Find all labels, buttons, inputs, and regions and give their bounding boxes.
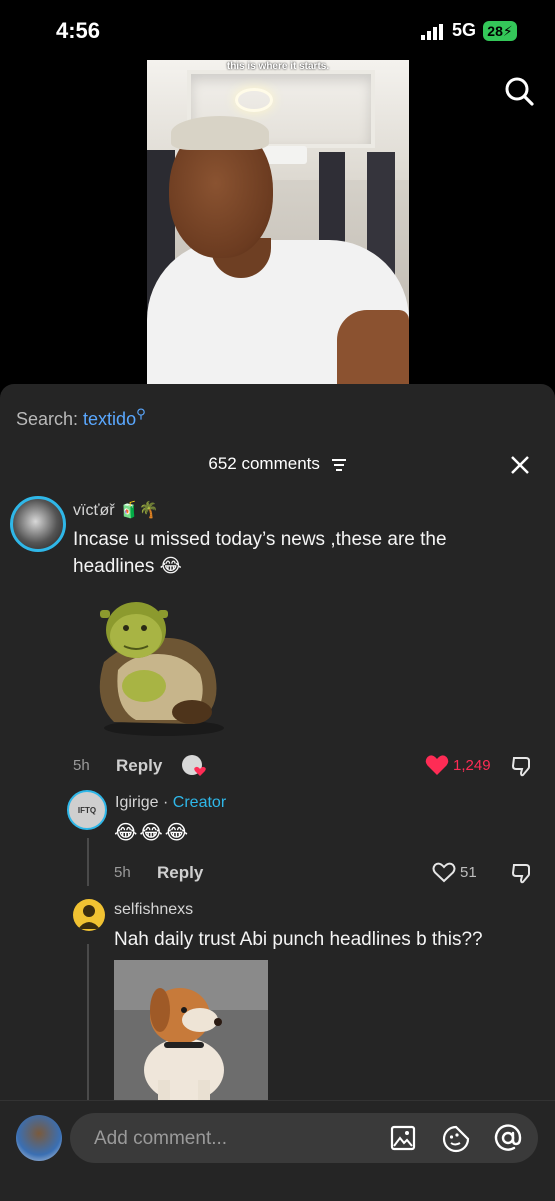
heart-outline-icon[interactable] bbox=[432, 861, 456, 883]
comment-time: 5h bbox=[73, 757, 90, 774]
person-icon bbox=[78, 905, 100, 929]
comments-count: 652 comments bbox=[208, 454, 320, 473]
comment-username[interactable]: vïcťøř 🧃🌴 bbox=[73, 500, 159, 520]
default-avatar[interactable] bbox=[73, 899, 105, 931]
comment-input[interactable] bbox=[92, 1113, 376, 1165]
reply-text: Nah daily trust Abi punch headlines b th… bbox=[114, 929, 483, 950]
search-term[interactable]: textido bbox=[83, 409, 136, 429]
filter-icon[interactable] bbox=[331, 458, 347, 472]
network-type: 5G bbox=[452, 20, 477, 40]
video-person-hair bbox=[171, 116, 269, 150]
my-avatar[interactable] bbox=[16, 1115, 62, 1161]
search-prefix: Search: bbox=[16, 409, 84, 429]
emoji-icon[interactable] bbox=[442, 1125, 470, 1153]
status-time: 4:56 bbox=[56, 18, 101, 43]
search-small-icon: ⚲ bbox=[136, 406, 146, 421]
creator-avatar-logo: IFTQ bbox=[77, 805, 97, 815]
mention-icon[interactable] bbox=[494, 1124, 522, 1152]
heart-filled-icon[interactable] bbox=[425, 754, 449, 776]
thread-line bbox=[87, 838, 89, 886]
creator-tag: Creator bbox=[172, 794, 227, 811]
like-count: 1,249 bbox=[453, 757, 491, 774]
close-icon[interactable] bbox=[509, 454, 531, 476]
dislike-icon[interactable] bbox=[511, 861, 535, 885]
comment-input-container[interactable] bbox=[70, 1113, 538, 1165]
username-separator: · bbox=[158, 794, 173, 811]
reply-button[interactable]: Reply bbox=[157, 863, 203, 883]
signal-bars-icon bbox=[421, 24, 443, 40]
status-bar: 4:56 5G 28 ⚡ bbox=[0, 0, 555, 62]
reply-like-count: 51 bbox=[460, 864, 477, 881]
comment-input-bar bbox=[0, 1100, 555, 1201]
image-icon[interactable] bbox=[390, 1125, 416, 1151]
video-person-arm bbox=[337, 310, 409, 384]
reply-time: 5h bbox=[114, 864, 131, 881]
comments-count-header[interactable]: 652 comments bbox=[0, 454, 555, 474]
reply-button[interactable]: Reply bbox=[116, 756, 162, 776]
creator-liked-badge-icon bbox=[181, 754, 207, 778]
comments-sheet: Search: textido⚲ 652 comments vïcťøř 🧃🌴 … bbox=[0, 384, 555, 1200]
battery-level: 28 bbox=[487, 23, 503, 39]
dog-meme-image bbox=[114, 960, 268, 1102]
video-caption: this is where it starts. bbox=[226, 61, 330, 72]
reply-username[interactable]: Igirige · Creator bbox=[115, 794, 226, 812]
search-icon[interactable] bbox=[503, 75, 535, 107]
dislike-icon[interactable] bbox=[511, 754, 535, 778]
thread-line bbox=[87, 944, 89, 1104]
battery-indicator: 28 ⚡ bbox=[483, 21, 517, 41]
video-ring-light bbox=[235, 88, 273, 112]
reply-username-text: Igirige bbox=[115, 794, 159, 811]
reply-text: 😂😂😂 bbox=[114, 822, 191, 844]
shrek-sticker-image bbox=[99, 602, 224, 736]
video-player[interactable]: this is where it starts. bbox=[147, 60, 409, 384]
reply-username[interactable]: selfishnexs bbox=[114, 901, 193, 919]
search-suggestion[interactable]: Search: textido⚲ bbox=[16, 406, 146, 430]
commenter-avatar[interactable] bbox=[10, 496, 66, 552]
creator-avatar[interactable]: IFTQ bbox=[67, 790, 107, 830]
comment-text: Incase u missed today’s news ,these are … bbox=[73, 529, 447, 577]
